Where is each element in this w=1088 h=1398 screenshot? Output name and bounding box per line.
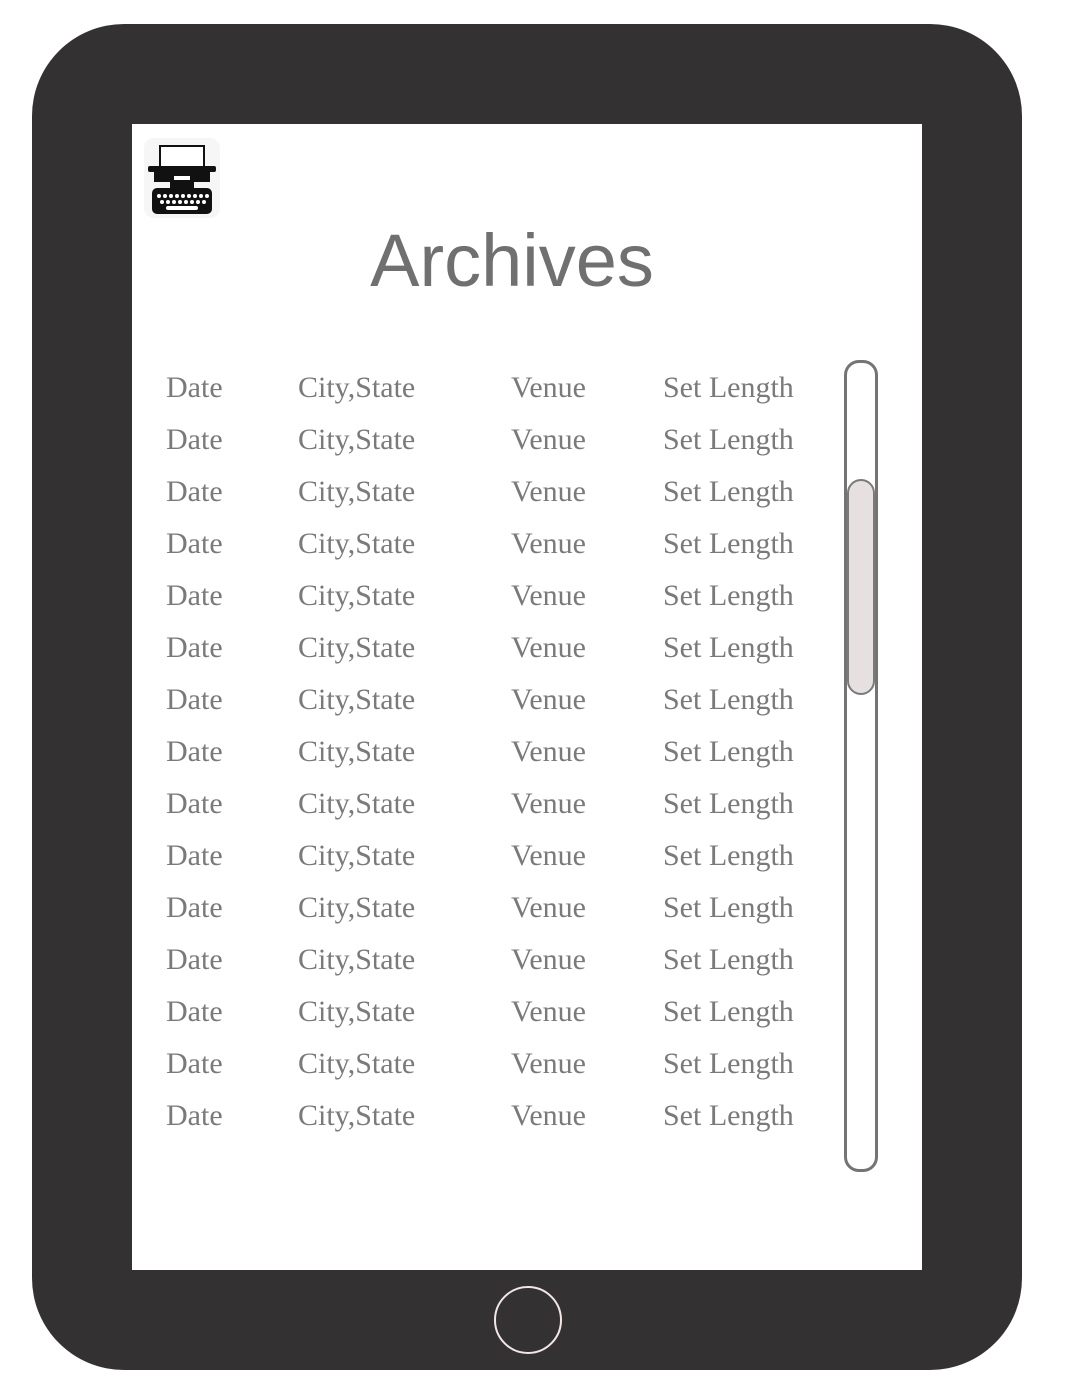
- set-length-cell: Set Length: [663, 839, 794, 872]
- list-item[interactable]: Date City,State Venue Set Length: [132, 940, 832, 992]
- venue-cell: Venue: [511, 1099, 586, 1132]
- date-cell: Date: [166, 1099, 223, 1132]
- city-state-cell: City,State: [298, 527, 416, 560]
- venue-cell: Venue: [511, 683, 586, 716]
- set-length-cell: Set Length: [663, 371, 794, 404]
- city-state-cell: City,State: [298, 371, 416, 404]
- list-item[interactable]: Date City,State Venue Set Length: [132, 732, 832, 784]
- page-title: Archives: [370, 219, 654, 302]
- list-item[interactable]: Date City,State Venue Set Length: [132, 784, 832, 836]
- set-length-cell: Set Length: [663, 527, 794, 560]
- list-item[interactable]: Date City,State Venue Set Length: [132, 992, 832, 1044]
- set-length-cell: Set Length: [663, 1099, 794, 1132]
- city-state-cell: City,State: [298, 1099, 416, 1132]
- city-state-cell: City,State: [298, 1047, 416, 1080]
- set-length-cell: Set Length: [663, 891, 794, 924]
- set-length-cell: Set Length: [663, 579, 794, 612]
- venue-cell: Venue: [511, 891, 586, 924]
- date-cell: Date: [166, 787, 223, 820]
- archive-list[interactable]: Date City,State Venue Set Length Date City,St…: [132, 368, 832, 1148]
- venue-cell: Venue: [511, 839, 586, 872]
- city-state-cell: City,State: [298, 839, 416, 872]
- list-item[interactable]: Date City,State Venue Set Length: [132, 836, 832, 888]
- city-state-cell: City,State: [298, 683, 416, 716]
- list-item[interactable]: Date City,State Venue Set Length: [132, 628, 832, 680]
- city-state-cell: City,State: [298, 735, 416, 768]
- venue-cell: Venue: [511, 1047, 586, 1080]
- set-length-cell: Set Length: [663, 943, 794, 976]
- venue-cell: Venue: [511, 787, 586, 820]
- date-cell: Date: [166, 995, 223, 1028]
- scrollbar-track[interactable]: [844, 360, 878, 1172]
- date-cell: Date: [166, 579, 223, 612]
- date-cell: Date: [166, 475, 223, 508]
- date-cell: Date: [166, 891, 223, 924]
- list-item[interactable]: Date City,State Venue Set Length: [132, 888, 832, 940]
- city-state-cell: City,State: [298, 631, 416, 664]
- venue-cell: Venue: [511, 579, 586, 612]
- home-button-icon[interactable]: [494, 1286, 562, 1354]
- date-cell: Date: [166, 527, 223, 560]
- venue-cell: Venue: [511, 943, 586, 976]
- city-state-cell: City,State: [298, 787, 416, 820]
- date-cell: Date: [166, 1047, 223, 1080]
- list-item[interactable]: Date City,State Venue Set Length: [132, 368, 832, 420]
- venue-cell: Venue: [511, 995, 586, 1028]
- set-length-cell: Set Length: [663, 995, 794, 1028]
- set-length-cell: Set Length: [663, 735, 794, 768]
- date-cell: Date: [166, 735, 223, 768]
- venue-cell: Venue: [511, 735, 586, 768]
- scrollbar-thumb[interactable]: [847, 479, 875, 695]
- city-state-cell: City,State: [298, 579, 416, 612]
- venue-cell: Venue: [511, 631, 586, 664]
- set-length-cell: Set Length: [663, 787, 794, 820]
- date-cell: Date: [166, 839, 223, 872]
- city-state-cell: City,State: [298, 475, 416, 508]
- date-cell: Date: [166, 683, 223, 716]
- list-item[interactable]: Date City,State Venue Set Length: [132, 1096, 832, 1148]
- city-state-cell: City,State: [298, 891, 416, 924]
- venue-cell: Venue: [511, 475, 586, 508]
- list-item[interactable]: Date City,State Venue Set Length: [132, 1044, 832, 1096]
- set-length-cell: Set Length: [663, 475, 794, 508]
- list-item[interactable]: Date City,State Venue Set Length: [132, 420, 832, 472]
- app-screen: Archives Date City,State Venue Set Length Da…: [132, 124, 922, 1270]
- date-cell: Date: [166, 943, 223, 976]
- city-state-cell: City,State: [298, 423, 416, 456]
- date-cell: Date: [166, 631, 223, 664]
- city-state-cell: City,State: [298, 995, 416, 1028]
- date-cell: Date: [166, 423, 223, 456]
- set-length-cell: Set Length: [663, 631, 794, 664]
- list-item[interactable]: Date City,State Venue Set Length: [132, 472, 832, 524]
- typewriter-icon[interactable]: [144, 138, 220, 218]
- list-item[interactable]: Date City,State Venue Set Length: [132, 524, 832, 576]
- list-item[interactable]: Date City,State Venue Set Length: [132, 680, 832, 732]
- venue-cell: Venue: [511, 423, 586, 456]
- city-state-cell: City,State: [298, 943, 416, 976]
- venue-cell: Venue: [511, 527, 586, 560]
- list-item[interactable]: Date City,State Venue Set Length: [132, 576, 832, 628]
- venue-cell: Venue: [511, 371, 586, 404]
- set-length-cell: Set Length: [663, 683, 794, 716]
- set-length-cell: Set Length: [663, 423, 794, 456]
- date-cell: Date: [166, 371, 223, 404]
- set-length-cell: Set Length: [663, 1047, 794, 1080]
